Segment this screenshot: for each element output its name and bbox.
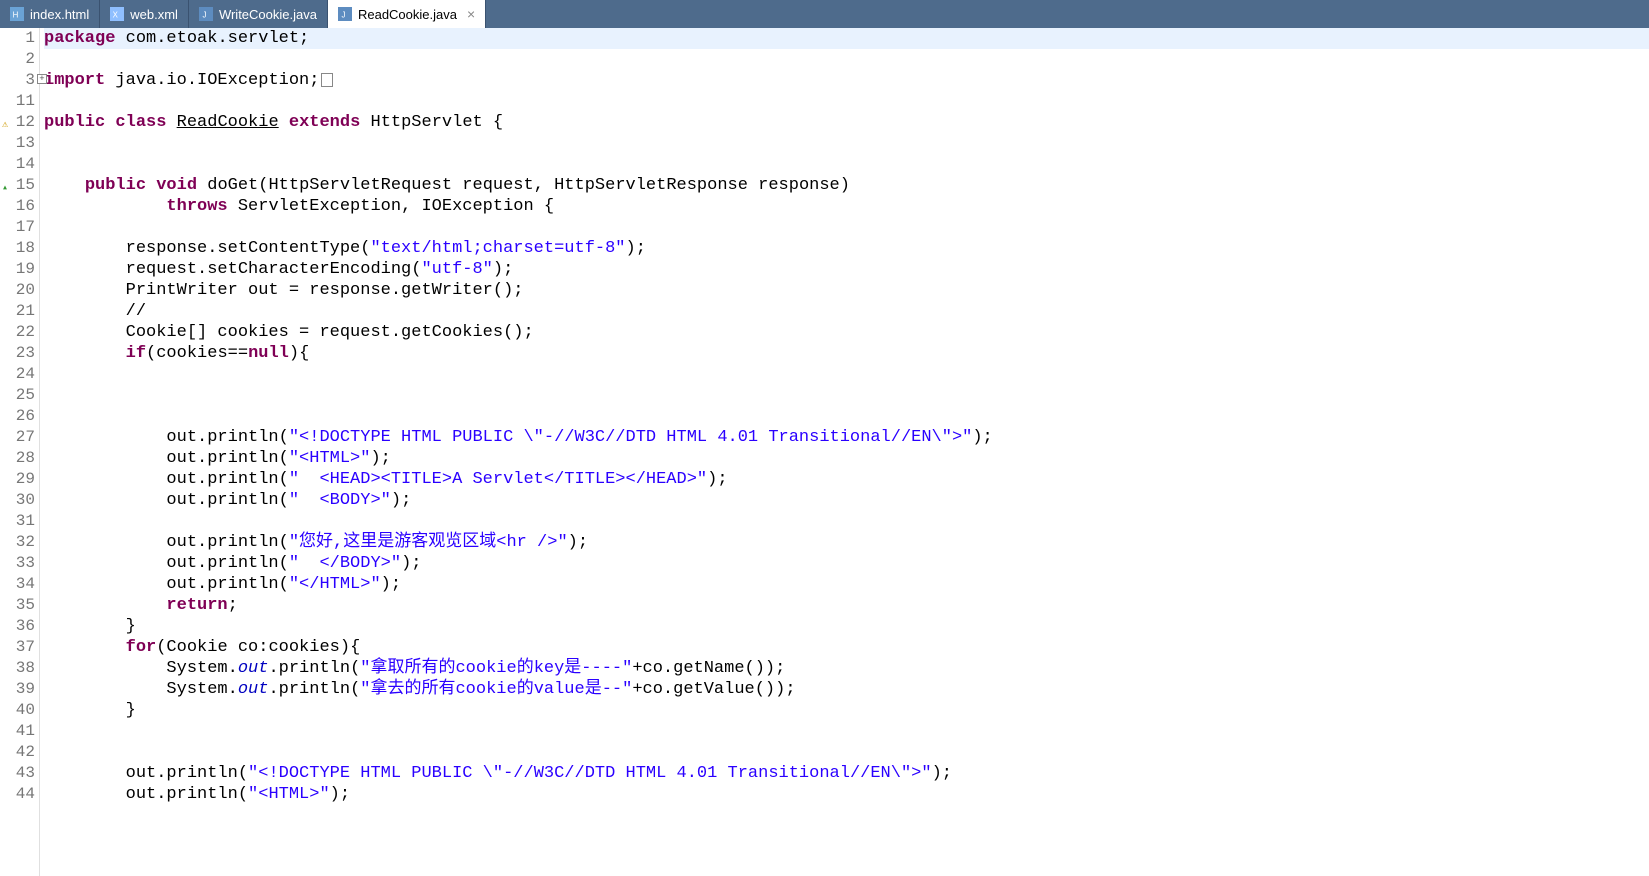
code-line[interactable]: request.setCharacterEncoding("utf-8"); bbox=[44, 259, 1649, 280]
line-number: 3+ bbox=[0, 70, 35, 91]
line-number: 2 bbox=[0, 49, 35, 70]
line-number: 22 bbox=[0, 322, 35, 343]
java-file-icon: J bbox=[338, 7, 352, 21]
code-line[interactable] bbox=[44, 385, 1649, 406]
tab-label: index.html bbox=[30, 7, 89, 22]
line-number: 20 bbox=[0, 280, 35, 301]
line-number: 42 bbox=[0, 742, 35, 763]
code-line[interactable] bbox=[44, 511, 1649, 532]
code-line[interactable] bbox=[44, 49, 1649, 70]
line-number: 18 bbox=[0, 238, 35, 259]
line-number: 16 bbox=[0, 196, 35, 217]
line-number: 15▴ bbox=[0, 175, 35, 196]
line-number: 33 bbox=[0, 553, 35, 574]
line-number: 23 bbox=[0, 343, 35, 364]
tab-label: web.xml bbox=[130, 7, 178, 22]
code-line[interactable]: return; bbox=[44, 595, 1649, 616]
code-line[interactable] bbox=[44, 91, 1649, 112]
code-line[interactable] bbox=[44, 133, 1649, 154]
code-line[interactable]: throws ServletException, IOException { bbox=[44, 196, 1649, 217]
code-line[interactable]: import java.io.IOException; bbox=[44, 70, 1649, 91]
tab-writecookie-java[interactable]: J WriteCookie.java bbox=[189, 0, 328, 28]
tab-label: ReadCookie.java bbox=[358, 7, 457, 22]
line-number: 39 bbox=[0, 679, 35, 700]
line-number: 17 bbox=[0, 217, 35, 238]
line-number: 14 bbox=[0, 154, 35, 175]
line-number: 31 bbox=[0, 511, 35, 532]
line-number: 13 bbox=[0, 133, 35, 154]
code-line[interactable]: response.setContentType("text/html;chars… bbox=[44, 238, 1649, 259]
code-line[interactable]: out.println("您好,这里是游客观览区域<hr />"); bbox=[44, 532, 1649, 553]
line-number: 40 bbox=[0, 700, 35, 721]
warning-icon: ⚠ bbox=[0, 115, 8, 125]
code-line[interactable]: System.out.println("拿取所有的cookie的key是----… bbox=[44, 658, 1649, 679]
code-line[interactable]: for(Cookie co:cookies){ bbox=[44, 637, 1649, 658]
code-line[interactable] bbox=[44, 217, 1649, 238]
line-number: 11 bbox=[0, 91, 35, 112]
code-line[interactable]: out.println(" <BODY>"); bbox=[44, 490, 1649, 511]
line-number: 43 bbox=[0, 763, 35, 784]
code-line[interactable]: package com.etoak.servlet; bbox=[44, 28, 1649, 49]
code-editor: 123+1112⚠131415▴161718192021222324252627… bbox=[0, 28, 1649, 876]
code-line[interactable]: if(cookies==null){ bbox=[44, 343, 1649, 364]
folded-imports-icon[interactable] bbox=[321, 73, 333, 87]
code-line[interactable]: out.println(" <HEAD><TITLE>A Servlet</TI… bbox=[44, 469, 1649, 490]
tab-web-xml[interactable]: X web.xml bbox=[100, 0, 189, 28]
code-line[interactable]: out.println("<!DOCTYPE HTML PUBLIC \"-//… bbox=[44, 427, 1649, 448]
line-number: 19 bbox=[0, 259, 35, 280]
line-number: 32 bbox=[0, 532, 35, 553]
code-line[interactable]: public class ReadCookie extends HttpServ… bbox=[44, 112, 1649, 133]
line-number: 1 bbox=[0, 28, 35, 49]
code-line[interactable] bbox=[44, 721, 1649, 742]
line-number: 30 bbox=[0, 490, 35, 511]
tab-index-html[interactable]: H index.html bbox=[0, 0, 100, 28]
code-line[interactable]: Cookie[] cookies = request.getCookies(); bbox=[44, 322, 1649, 343]
svg-text:J: J bbox=[341, 11, 345, 20]
line-number: 28 bbox=[0, 448, 35, 469]
code-line[interactable]: PrintWriter out = response.getWriter(); bbox=[44, 280, 1649, 301]
code-line[interactable]: out.println("<HTML>"); bbox=[44, 784, 1649, 805]
code-line[interactable]: out.println("<HTML>"); bbox=[44, 448, 1649, 469]
line-number: 21 bbox=[0, 301, 35, 322]
code-line[interactable] bbox=[44, 154, 1649, 175]
line-number: 24 bbox=[0, 364, 35, 385]
code-line[interactable]: out.println("</HTML>"); bbox=[44, 574, 1649, 595]
java-file-icon: J bbox=[199, 7, 213, 21]
html-file-icon: H bbox=[10, 7, 24, 21]
code-line[interactable]: public void doGet(HttpServletRequest req… bbox=[44, 175, 1649, 196]
code-line[interactable]: } bbox=[44, 616, 1649, 637]
code-area[interactable]: package com.etoak.servlet; import java.io… bbox=[40, 28, 1649, 876]
tab-label: WriteCookie.java bbox=[219, 7, 317, 22]
line-number-gutter: 123+1112⚠131415▴161718192021222324252627… bbox=[0, 28, 40, 876]
line-number: 41 bbox=[0, 721, 35, 742]
code-line[interactable]: } bbox=[44, 700, 1649, 721]
code-line[interactable] bbox=[44, 364, 1649, 385]
xml-file-icon: X bbox=[110, 7, 124, 21]
code-line[interactable]: // bbox=[44, 301, 1649, 322]
line-number: 37 bbox=[0, 637, 35, 658]
line-number: 44 bbox=[0, 784, 35, 805]
editor-tabs: H index.html X web.xml J WriteCookie.jav… bbox=[0, 0, 1649, 28]
line-number: 36 bbox=[0, 616, 35, 637]
code-line[interactable] bbox=[44, 406, 1649, 427]
svg-text:H: H bbox=[13, 11, 19, 20]
tab-readcookie-java[interactable]: J ReadCookie.java × bbox=[328, 0, 486, 28]
line-number: 38 bbox=[0, 658, 35, 679]
code-line[interactable]: out.println("<!DOCTYPE HTML PUBLIC \"-//… bbox=[44, 763, 1649, 784]
line-number: 27 bbox=[0, 427, 35, 448]
code-line[interactable]: out.println(" </BODY>"); bbox=[44, 553, 1649, 574]
line-number: 35 bbox=[0, 595, 35, 616]
close-icon[interactable]: × bbox=[467, 6, 475, 22]
svg-text:X: X bbox=[113, 11, 119, 20]
line-number: 34 bbox=[0, 574, 35, 595]
code-line[interactable]: System.out.println("拿去的所有cookie的value是--… bbox=[44, 679, 1649, 700]
line-number: 25 bbox=[0, 385, 35, 406]
svg-text:J: J bbox=[202, 11, 206, 20]
override-icon: ▴ bbox=[0, 178, 8, 188]
fold-expand-icon[interactable]: + bbox=[37, 74, 47, 84]
line-number: 26 bbox=[0, 406, 35, 427]
line-number: 12⚠ bbox=[0, 112, 35, 133]
code-line[interactable] bbox=[44, 742, 1649, 763]
line-number: 29 bbox=[0, 469, 35, 490]
